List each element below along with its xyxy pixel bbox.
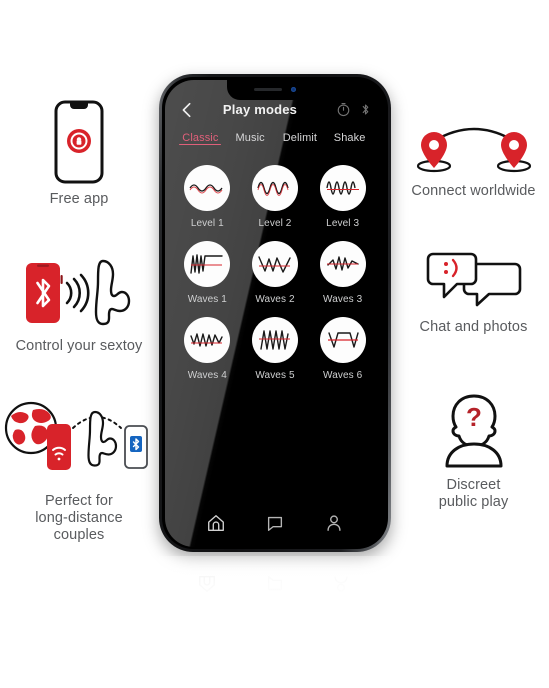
mode-waveform-disc	[251, 241, 298, 287]
mode-waves-6[interactable]: Waves 6	[309, 317, 377, 381]
dense-triangle-wave-icon	[258, 330, 290, 350]
phone-with-app-icon	[54, 100, 104, 184]
zigzag-fade-icon	[190, 333, 224, 347]
control-sextoy-illustration	[4, 255, 154, 331]
feature-discreet-play: ? Discreet public play	[398, 392, 549, 511]
home-icon	[208, 514, 224, 531]
mode-waves-2[interactable]: Waves 2	[241, 241, 309, 305]
feature-label: Discreet public play	[438, 477, 509, 510]
gentle-sine-low-icon	[189, 184, 223, 194]
sine-high-frequency-icon	[325, 181, 359, 195]
two-map-pins-arc-icon	[416, 127, 531, 173]
anonymous-person-question-icon: ?	[445, 394, 502, 468]
mode-waveform-disc	[319, 165, 366, 211]
nav-profile-button[interactable]	[324, 513, 344, 533]
phone-mockup: Play modes Classic Music Delimit Shake L…	[159, 74, 391, 552]
bluetooth-icon[interactable]	[358, 102, 373, 117]
speech-bubbles-icon	[426, 252, 521, 307]
wide-zigzag-descending-icon	[258, 256, 291, 273]
feature-label: Control your sextoy	[15, 338, 143, 354]
mode-level-1[interactable]: Level 1	[174, 165, 242, 229]
promo-page: Free app Control your sextoy Perfect for…	[0, 0, 549, 688]
sharp-zigzag-burst-icon	[326, 256, 359, 271]
front-camera	[291, 87, 296, 92]
tab-active-underline	[179, 143, 222, 145]
feature-long-distance: Perfect for long-distance couples	[0, 398, 158, 544]
mode-label: Waves 6	[323, 370, 363, 381]
mode-label: Waves 5	[255, 370, 295, 381]
page-title: Play modes	[222, 102, 298, 117]
nav-home-button[interactable]	[206, 513, 226, 533]
reflection-profile-icon	[334, 576, 348, 592]
mode-waveform-disc	[184, 317, 231, 363]
profile-icon	[327, 514, 341, 531]
mode-waves-4[interactable]: Waves 4	[174, 317, 242, 381]
reflection-chat-icon	[267, 576, 283, 591]
trapezoid-plateau-icon	[327, 332, 359, 348]
mode-label: Waves 2	[255, 294, 295, 305]
nav-chat-button[interactable]	[265, 513, 285, 533]
tab-label: Music	[235, 131, 265, 144]
tab-label: Delimit	[282, 131, 318, 144]
feature-control-sextoy: Control your sextoy	[0, 255, 158, 355]
discreet-play-illustration: ?	[427, 392, 521, 470]
mode-label: Waves 3	[323, 294, 363, 305]
reflection-fade-mask	[159, 556, 391, 634]
free-app-illustration	[54, 100, 104, 184]
feature-label: Connect worldwide	[411, 183, 536, 199]
mode-waveform-disc	[184, 165, 231, 211]
mode-waveform-disc	[184, 241, 231, 287]
red-phone-bluetooth-signal-toy-icon	[26, 259, 131, 326]
tab-shake[interactable]: Shake	[325, 132, 375, 152]
feature-label: Free app	[49, 191, 109, 207]
feature-connect-worldwide: Connect worldwide	[398, 122, 549, 200]
sine-medium-icon	[257, 181, 289, 196]
notch	[227, 79, 323, 100]
feature-free-app: Free app	[4, 100, 154, 208]
phone-frame: Play modes Classic Music Delimit Shake L…	[159, 74, 391, 552]
phone-screen: Play modes Classic Music Delimit Shake L…	[164, 79, 386, 547]
timer-icon[interactable]	[336, 102, 351, 117]
tab-active-underline	[229, 144, 271, 146]
reflection-home-icon	[199, 576, 215, 592]
mode-waveform-disc	[319, 317, 366, 363]
feature-chat-photos: Chat and photos	[398, 250, 549, 336]
mode-label: Level 2	[258, 218, 292, 229]
zigzag-then-flat-icon	[190, 254, 224, 274]
mode-waveform-disc	[251, 165, 298, 211]
phone-bezel: Play modes Classic Music Delimit Shake L…	[162, 77, 388, 549]
tab-label: Shake	[333, 131, 366, 144]
globe-phone-toy-phone-icon	[4, 401, 148, 470]
tab-music[interactable]: Music	[225, 132, 275, 152]
long-distance-illustration	[3, 398, 155, 486]
mode-level-2[interactable]: Level 2	[241, 165, 309, 229]
phone-reflection	[159, 556, 391, 634]
mode-waves-5[interactable]: Waves 5	[241, 317, 309, 381]
mode-waves-3[interactable]: Waves 3	[309, 241, 377, 305]
mode-waves-1[interactable]: Waves 1	[174, 241, 242, 305]
feature-label: Perfect for long-distance couples	[35, 493, 123, 543]
mode-label: Waves 4	[187, 370, 227, 381]
tab-classic[interactable]: Classic	[176, 132, 226, 152]
tab-label: Classic	[182, 131, 219, 144]
earpiece-speaker	[254, 88, 282, 91]
tab-delimit[interactable]: Delimit	[275, 132, 325, 152]
mode-label: Level 3	[326, 218, 360, 229]
mode-level-3[interactable]: Level 3	[309, 165, 377, 229]
play-modes-grid: Level 1 Level 2 Level 3 Waves 1 Waves 2 …	[165, 151, 386, 381]
mode-waveform-disc	[251, 317, 298, 363]
mode-waveform-disc	[319, 241, 366, 287]
mode-label: Level 1	[190, 218, 224, 229]
feature-label: Chat and photos	[419, 319, 528, 335]
tab-active-underline	[279, 144, 321, 146]
question-mark-icon: ?	[466, 402, 482, 432]
mode-tabs: Classic Music Delimit Shake	[165, 126, 386, 152]
mode-label: Waves 1	[187, 294, 227, 305]
connect-worldwide-illustration	[412, 122, 536, 176]
bottom-navigation	[165, 513, 386, 533]
chat-bubble-icon	[267, 516, 283, 531]
chat-photos-illustration	[421, 250, 527, 312]
tab-active-underline	[329, 144, 371, 146]
